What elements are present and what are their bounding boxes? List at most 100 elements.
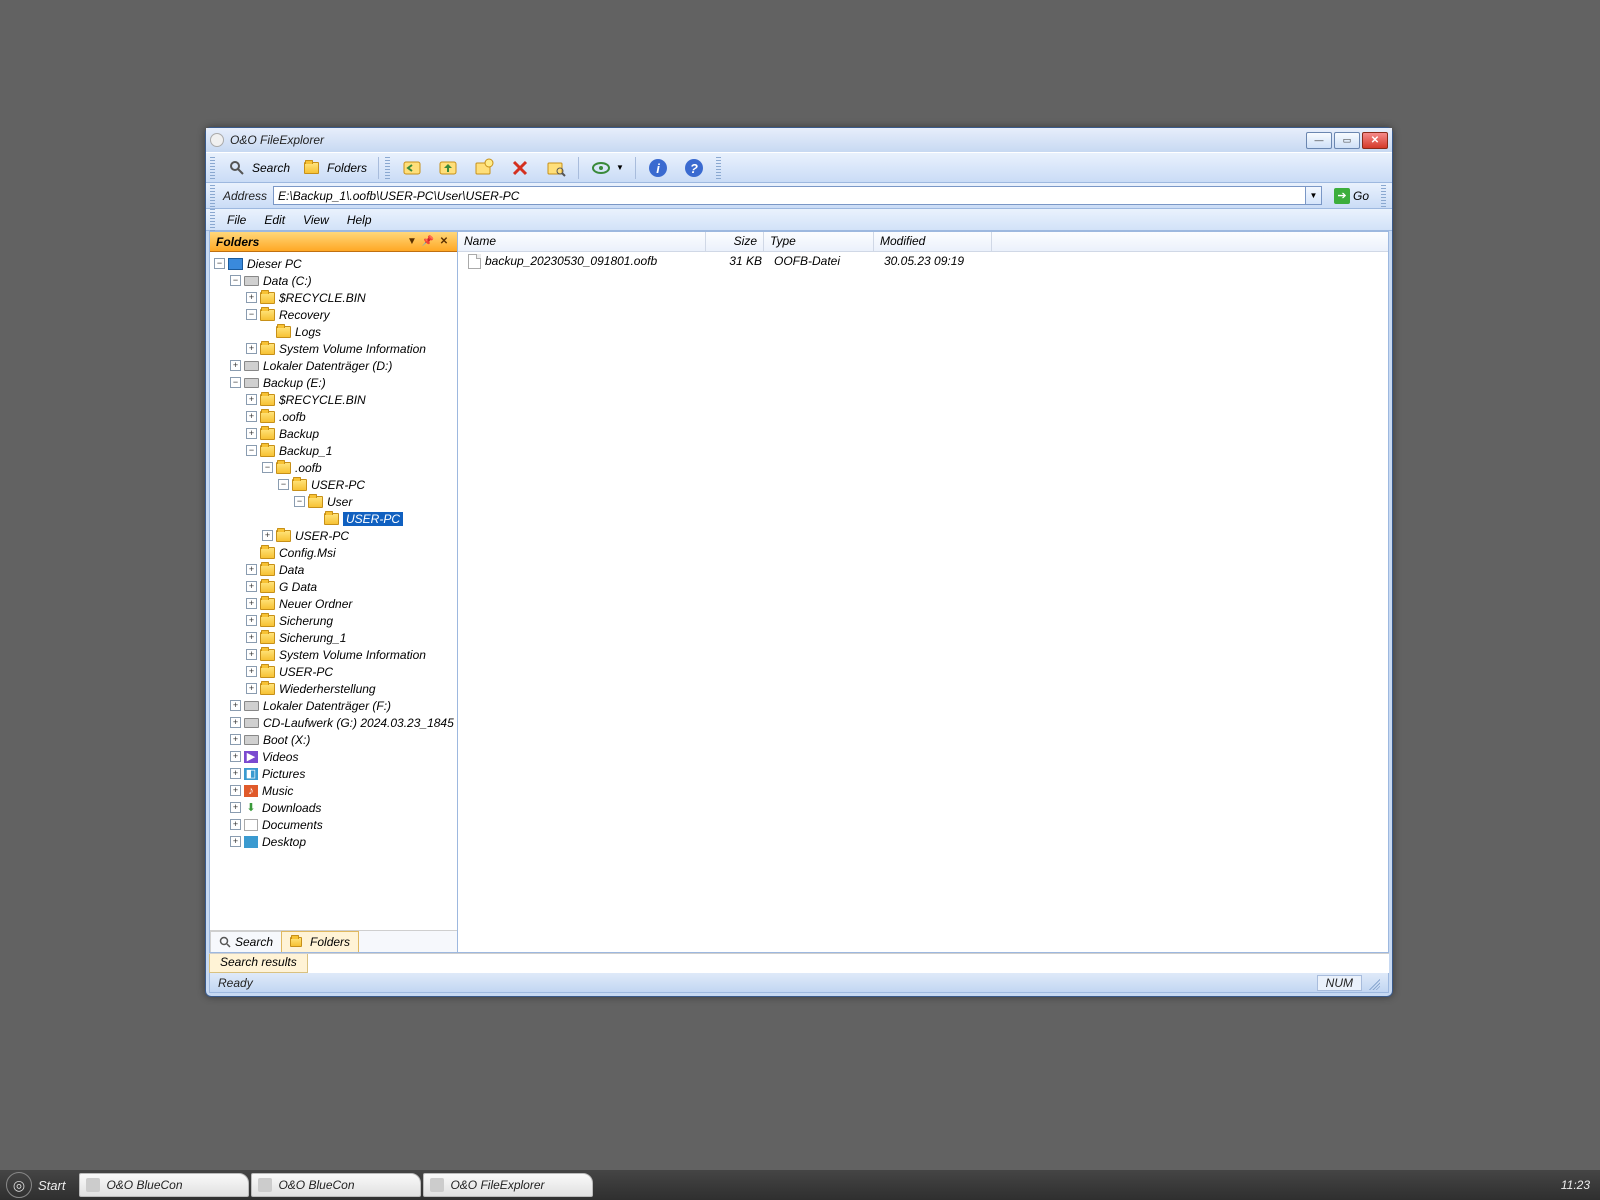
col-type[interactable]: Type xyxy=(764,232,874,251)
tree-node[interactable]: +System Volume Information xyxy=(210,340,457,357)
tree-node-documents[interactable]: +Documents xyxy=(210,816,457,833)
tree-node[interactable]: +Data xyxy=(210,561,457,578)
toolbar-grip[interactable] xyxy=(210,157,215,179)
go-label: Go xyxy=(1353,189,1369,203)
tree-node[interactable]: Config.Msi xyxy=(210,544,457,561)
folder-tree[interactable]: −Dieser PC −Data (C:) +$RECYCLE.BIN −Rec… xyxy=(210,252,457,930)
maximize-button[interactable]: ▭ xyxy=(1334,132,1360,149)
drive-icon xyxy=(244,701,259,711)
node-label: Data (C:) xyxy=(263,274,312,288)
toolbar-grip[interactable] xyxy=(1381,185,1386,207)
content-area: Folders ▼ 📌 ✕ −Dieser PC −Data (C:) +$RE… xyxy=(209,231,1389,953)
cd-drive-icon xyxy=(244,718,259,728)
tree-node[interactable]: −.oofb xyxy=(210,459,457,476)
search-toolbar-button[interactable]: Search xyxy=(221,154,295,182)
taskbar-item[interactable]: O&O BlueCon xyxy=(251,1173,421,1197)
tb-delete-button[interactable] xyxy=(504,154,536,182)
titlebar[interactable]: O&O FileExplorer — ▭ xyxy=(206,128,1392,152)
tb-view-button[interactable]: ▼ xyxy=(585,154,629,182)
tb-find-folder-button[interactable] xyxy=(540,154,572,182)
tree-node[interactable]: −User xyxy=(210,493,457,510)
minimize-button[interactable]: — xyxy=(1306,132,1332,149)
tree-node-selected[interactable]: USER-PC xyxy=(210,510,457,527)
menu-view[interactable]: View xyxy=(295,211,337,229)
tree-node[interactable]: Logs xyxy=(210,323,457,340)
menu-file[interactable]: File xyxy=(219,211,254,229)
tree-node-boot-x[interactable]: +Boot (X:) xyxy=(210,731,457,748)
tree-node-pictures[interactable]: +◧Pictures xyxy=(210,765,457,782)
tree-node[interactable]: +Sicherung xyxy=(210,612,457,629)
tree-node[interactable]: +Sicherung_1 xyxy=(210,629,457,646)
tree-node[interactable]: +$RECYCLE.BIN xyxy=(210,391,457,408)
folders-toolbar-button[interactable]: Folders xyxy=(299,158,372,178)
tree-node[interactable]: +Neuer Ordner xyxy=(210,595,457,612)
status-num: NUM xyxy=(1317,975,1362,991)
toolbar-separator xyxy=(635,157,636,179)
tree-node-local-d[interactable]: +Lokaler Datenträger (D:) xyxy=(210,357,457,374)
tree-node-local-f[interactable]: +Lokaler Datenträger (F:) xyxy=(210,697,457,714)
toolbar-grip[interactable] xyxy=(716,157,721,179)
tree-node[interactable]: +$RECYCLE.BIN xyxy=(210,289,457,306)
tree-node-desktop[interactable]: +Desktop xyxy=(210,833,457,850)
tab-search-results[interactable]: Search results xyxy=(209,954,308,973)
tb-back-button[interactable] xyxy=(396,154,428,182)
sidebar-tab-search[interactable]: Search xyxy=(210,931,282,952)
tree-node-cd-g[interactable]: +CD-Laufwerk (G:) 2024.03.23_1845 xyxy=(210,714,457,731)
tree-node[interactable]: −Backup_1 xyxy=(210,442,457,459)
toolbar-grip[interactable] xyxy=(385,157,390,179)
col-size[interactable]: Size xyxy=(706,232,764,251)
folder-icon xyxy=(260,428,275,440)
tree-node[interactable]: +System Volume Information xyxy=(210,646,457,663)
node-label: Config.Msi xyxy=(279,546,336,560)
list-row[interactable]: backup_20230530_091801.oofb 31 KB OOFB-D… xyxy=(458,252,1388,270)
pc-icon xyxy=(228,258,243,270)
start-label[interactable]: Start xyxy=(38,1178,65,1193)
toolbar-grip[interactable] xyxy=(210,209,215,231)
svg-text:?: ? xyxy=(690,161,698,176)
tb-up-button[interactable] xyxy=(432,154,464,182)
close-button[interactable] xyxy=(1362,132,1388,149)
tree-node[interactable]: +Backup xyxy=(210,425,457,442)
address-dropdown-button[interactable]: ▼ xyxy=(1306,186,1322,205)
menu-edit[interactable]: Edit xyxy=(256,211,293,229)
start-button[interactable]: ◎ xyxy=(6,1172,32,1198)
tree-node-downloads[interactable]: +⬇Downloads xyxy=(210,799,457,816)
taskbar-item[interactable]: O&O FileExplorer xyxy=(423,1173,593,1197)
sidebar-tab-folders[interactable]: Folders xyxy=(281,931,359,952)
col-name[interactable]: Name xyxy=(458,232,706,251)
tree-node[interactable]: +Wiederherstellung xyxy=(210,680,457,697)
tree-node-thispc[interactable]: −Dieser PC xyxy=(210,255,457,272)
drive-icon xyxy=(244,276,259,286)
tb-newfolder-button[interactable] xyxy=(468,154,500,182)
resize-grip[interactable] xyxy=(1366,976,1380,990)
documents-icon xyxy=(244,819,258,831)
col-modified[interactable]: Modified xyxy=(874,232,992,251)
tree-node[interactable]: +.oofb xyxy=(210,408,457,425)
tree-node-music[interactable]: +♪Music xyxy=(210,782,457,799)
list-body[interactable]: backup_20230530_091801.oofb 31 KB OOFB-D… xyxy=(458,252,1388,952)
tree-node-data-c[interactable]: −Data (C:) xyxy=(210,272,457,289)
toolbar-grip[interactable] xyxy=(210,185,215,207)
tree-node[interactable]: +G Data xyxy=(210,578,457,595)
go-button[interactable]: ➔ Go xyxy=(1328,186,1375,205)
address-input[interactable] xyxy=(273,186,1306,205)
tree-node[interactable]: −USER-PC xyxy=(210,476,457,493)
panel-close-icon[interactable]: ✕ xyxy=(437,235,451,249)
taskbar-clock[interactable]: 11:23 xyxy=(1561,1178,1590,1192)
node-label: Backup_1 xyxy=(279,444,332,458)
tb-help-button[interactable]: ? xyxy=(678,154,710,182)
tree-node[interactable]: −Recovery xyxy=(210,306,457,323)
panel-dropdown-icon[interactable]: ▼ xyxy=(405,235,419,249)
tree-node-backup-e[interactable]: −Backup (E:) xyxy=(210,374,457,391)
app-icon xyxy=(430,1178,444,1192)
videos-icon: ▶ xyxy=(244,751,258,763)
tb-info-button[interactable]: i xyxy=(642,154,674,182)
panel-pin-icon[interactable]: 📌 xyxy=(421,235,435,249)
tree-node-videos[interactable]: +▶Videos xyxy=(210,748,457,765)
node-label: USER-PC xyxy=(295,529,349,543)
search-icon xyxy=(226,157,248,179)
taskbar-item[interactable]: O&O BlueCon xyxy=(79,1173,249,1197)
menu-help[interactable]: Help xyxy=(339,211,380,229)
tree-node[interactable]: +USER-PC xyxy=(210,527,457,544)
tree-node[interactable]: +USER-PC xyxy=(210,663,457,680)
